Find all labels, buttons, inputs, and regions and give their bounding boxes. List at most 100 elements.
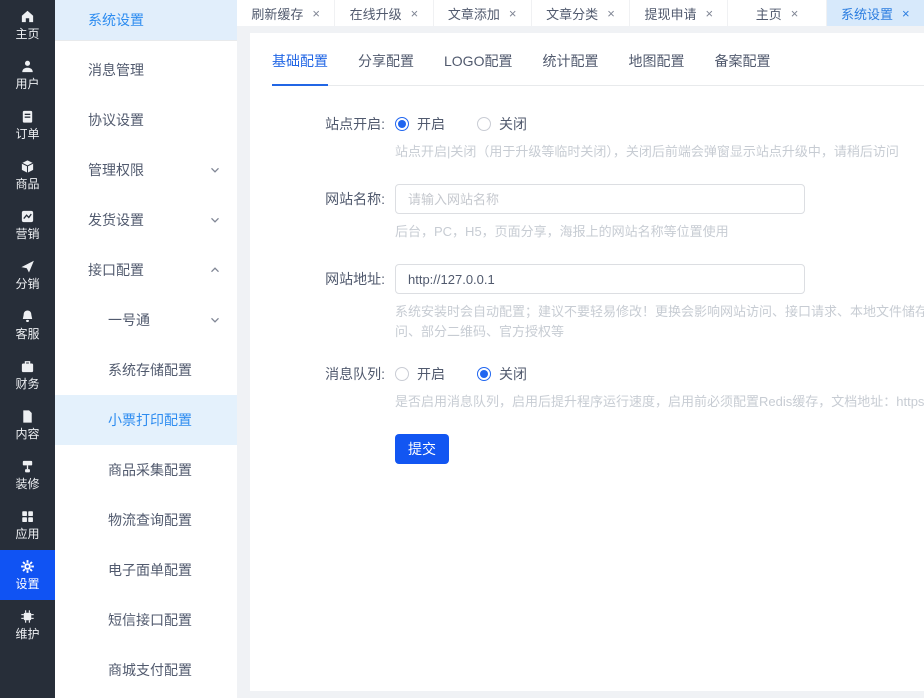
close-icon[interactable]: ×: [607, 7, 615, 20]
chevron-down-icon: [209, 214, 221, 226]
paper-plane-icon: [20, 259, 35, 274]
config-tab-label: 统计配置: [542, 53, 598, 69]
radio-option-label: 关闭: [499, 114, 527, 134]
submenu-item-label: 商城支付配置: [108, 660, 192, 680]
message-queue-label: 消息队列:: [272, 364, 385, 412]
chevron-up-icon: [209, 264, 221, 276]
submenu-item-yihaotong[interactable]: 一号通: [55, 295, 237, 345]
sidebar-item-finance[interactable]: 财务: [0, 350, 55, 400]
radio-option-关闭[interactable]: 关闭: [477, 364, 527, 384]
close-icon[interactable]: ×: [411, 7, 419, 20]
radio-checked-icon: [477, 367, 491, 381]
submenu-item-label: 管理权限: [88, 160, 144, 180]
submenu-item-label: 消息管理: [88, 60, 144, 80]
submenu-item-receipt-print-config[interactable]: 小票打印配置: [55, 395, 237, 445]
radio-option-关闭[interactable]: 关闭: [477, 114, 527, 134]
page-tabbar: 刷新缓存×在线升级×文章添加×文章分类×提现申请×主页×系统设置×: [237, 0, 924, 26]
sidebar-item-label: 客服: [15, 327, 39, 341]
site-open-row: 站点开启: 开启关闭 站点开启|关闭（用于升级等临时关闭），关闭后前端会弹窗显示…: [272, 114, 924, 162]
site-open-label: 站点开启:: [272, 114, 385, 162]
sidebar-item-label: 分销: [15, 277, 39, 291]
marketing-chart-icon: [20, 209, 35, 224]
radio-option-开启[interactable]: 开启: [395, 364, 445, 384]
sidebar-item-home[interactable]: 主页: [0, 0, 55, 50]
page-tab-label: 系统设置: [841, 4, 893, 23]
document-icon: [20, 409, 35, 424]
grid-icon: [20, 509, 35, 524]
sidebar-item-maintenance[interactable]: 维护: [0, 600, 55, 650]
submenu-item-electronic-sheet-config[interactable]: 电子面单配置: [55, 545, 237, 595]
config-tab-basic[interactable]: 基础配置: [272, 51, 328, 85]
home-icon: [20, 9, 35, 24]
config-tabs: 基础配置 分享配置 LOGO配置 统计配置 地图配置 备案配置: [272, 51, 924, 86]
page-tab-article-category[interactable]: 文章分类 ×: [532, 0, 630, 26]
page-tab-withdraw-apply[interactable]: 提现申请×: [630, 0, 728, 26]
submenu-sidebar: 系统设置消息管理协议设置管理权限发货设置接口配置一号通系统存储配置小票打印配置商…: [55, 0, 237, 698]
sidebar-item-label: 应用: [15, 527, 39, 541]
submenu-item-storage-config[interactable]: 系统存储配置: [55, 345, 237, 395]
page-tab-article-add[interactable]: 文章添加 ×: [434, 0, 532, 26]
page-tab-system-settings[interactable]: 系统设置 ×: [827, 0, 924, 26]
submenu-item-system-settings[interactable]: 系统设置: [55, 0, 237, 40]
config-tab-share[interactable]: 分享配置: [358, 51, 414, 85]
briefcase-icon: [20, 359, 35, 374]
sidebar-item-marketing[interactable]: 营销: [0, 200, 55, 250]
site-name-input[interactable]: [395, 184, 805, 214]
gear-icon: [20, 559, 35, 574]
sidebar-item-service[interactable]: 客服: [0, 300, 55, 350]
sidebar-item-distribution[interactable]: 分销: [0, 250, 55, 300]
submenu-item-api-config[interactable]: 接口配置: [55, 245, 237, 295]
config-tab-label: 基础配置: [272, 53, 328, 69]
page-tab-label: 刷新缓存: [251, 4, 303, 23]
page-tab-refresh-cache[interactable]: 刷新缓存 ×: [237, 0, 335, 26]
config-tab-statistics[interactable]: 统计配置: [542, 51, 598, 85]
site-url-row: 网站地址: 系统安装时会自动配置；建议不要轻易修改！更换会影响网站访问、接口请求…: [272, 264, 924, 342]
close-icon[interactable]: ×: [312, 7, 320, 20]
config-tab-logo[interactable]: LOGO配置: [444, 51, 512, 85]
page-tab-label: 主页: [756, 4, 782, 23]
page-tab-label: 文章添加: [448, 4, 500, 23]
site-name-help: 后台，PC，H5，页面分享，海报上的网站名称等位置使用: [395, 222, 924, 242]
sidebar-item-settings[interactable]: 设置: [0, 550, 55, 600]
sidebar-item-label: 商品: [15, 177, 39, 191]
sidebar-item-orders[interactable]: 订单: [0, 100, 55, 150]
submenu-item-logistics-query-config[interactable]: 物流查询配置: [55, 495, 237, 545]
radio-option-label: 开启: [417, 364, 445, 384]
page-tab-online-upgrade[interactable]: 在线升级×: [335, 0, 433, 26]
page-tab-home[interactable]: 主页 ×: [728, 0, 826, 26]
close-icon[interactable]: ×: [791, 7, 799, 20]
basic-config-form: 站点开启: 开启关闭 站点开启|关闭（用于升级等临时关闭），关闭后前端会弹窗显示…: [272, 114, 924, 464]
close-icon[interactable]: ×: [509, 7, 517, 20]
submenu-item-label: 系统设置: [88, 10, 144, 30]
submenu-item-goods-collect-config[interactable]: 商品采集配置: [55, 445, 237, 495]
sidebar-item-goods[interactable]: 商品: [0, 150, 55, 200]
bell-icon: [20, 309, 35, 324]
radio-option-开启[interactable]: 开启: [395, 114, 445, 134]
close-icon[interactable]: ×: [705, 7, 713, 20]
submenu-item-admin-permission[interactable]: 管理权限: [55, 145, 237, 195]
config-tab-icp[interactable]: 备案配置: [714, 51, 770, 85]
main-area: 刷新缓存×在线升级×文章添加×文章分类×提现申请×主页×系统设置× 基础配置分享…: [237, 0, 924, 698]
submenu-item-message-manage[interactable]: 消息管理: [55, 45, 237, 95]
close-icon[interactable]: ×: [902, 7, 910, 20]
settings-card: 基础配置分享配置LOGO配置统计配置地图配置备案配置 站点开启: 开启关闭 站点…: [250, 33, 924, 691]
sidebar-item-users[interactable]: 用户: [0, 50, 55, 100]
sidebar-item-apps[interactable]: 应用: [0, 500, 55, 550]
user-icon: [20, 59, 35, 74]
submenu-item-label: 系统存储配置: [108, 360, 192, 380]
submenu-item-mall-pay-config[interactable]: 商城支付配置: [55, 645, 237, 695]
config-tab-map[interactable]: 地图配置: [628, 51, 684, 85]
page-tab-label: 文章分类: [546, 4, 598, 23]
sidebar-item-decoration[interactable]: 装修: [0, 450, 55, 500]
config-tab-label: 备案配置: [714, 53, 770, 69]
submenu-item-label: 短信接口配置: [108, 610, 192, 630]
submit-button[interactable]: 提交: [395, 434, 449, 464]
site-url-input[interactable]: [395, 264, 805, 294]
submenu-item-delivery-settings[interactable]: 发货设置: [55, 195, 237, 245]
sidebar-item-content[interactable]: 内容: [0, 400, 55, 450]
submenu-item-agreement-settings[interactable]: 协议设置: [55, 95, 237, 145]
radio-unchecked-icon: [395, 367, 409, 381]
message-queue-radio-group: 开启 关闭: [395, 364, 924, 384]
submenu-item-sms-api-config[interactable]: 短信接口配置: [55, 595, 237, 645]
radio-option-label: 关闭: [499, 364, 527, 384]
